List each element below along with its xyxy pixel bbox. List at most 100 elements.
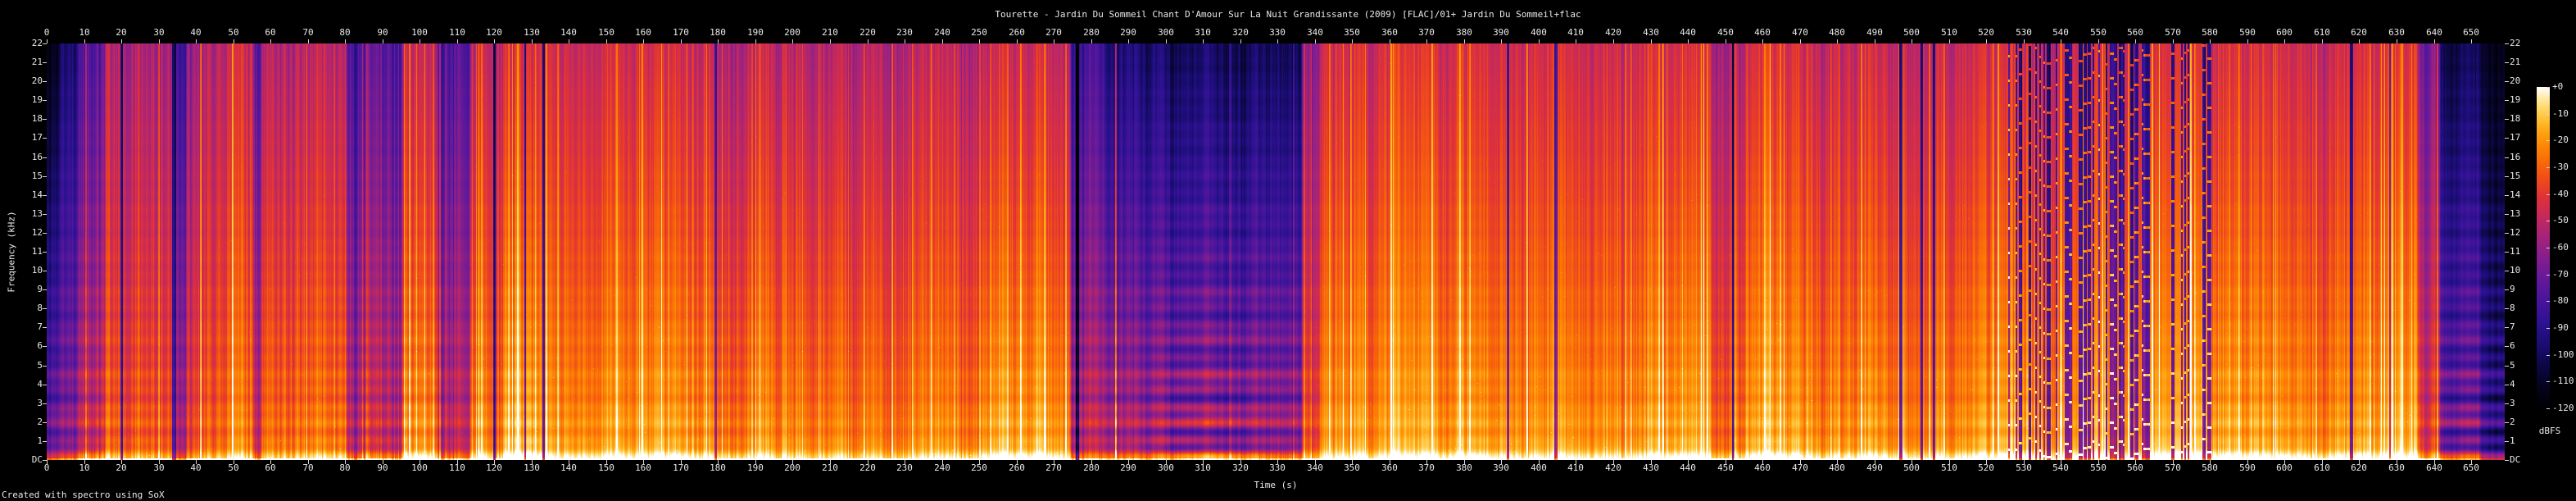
x-tick-label-bottom: 520 [1978, 463, 1994, 472]
x-tick-label-top: 190 [747, 28, 764, 37]
y-tick-mark-left [43, 422, 47, 423]
x-tick-label-top: 280 [1083, 28, 1100, 37]
y-tick-label-left: 1 [0, 436, 43, 445]
x-tick-label-bottom: 380 [1456, 463, 1472, 472]
x-tick-mark-top [1203, 39, 1204, 43]
x-tick-label-top: 110 [449, 28, 465, 37]
y-tick-mark-left [43, 157, 47, 158]
x-tick-label-bottom: 0 [44, 463, 50, 472]
colorbar-tick-label: -40 [2552, 189, 2569, 198]
y-tick-mark-left [43, 119, 47, 120]
x-tick-label-bottom: 610 [2314, 463, 2330, 472]
x-tick-label-bottom: 210 [822, 463, 838, 472]
x-tick-label-top: 440 [1680, 28, 1696, 37]
x-tick-label-bottom: 490 [1866, 463, 1883, 472]
x-tick-label-bottom: 130 [524, 463, 540, 472]
x-tick-mark-top [2284, 39, 2285, 43]
x-tick-label-top: 50 [228, 28, 238, 37]
x-tick-label-top: 40 [190, 28, 201, 37]
y-tick-mark-right [2505, 460, 2509, 461]
x-tick-label-bottom: 320 [1232, 463, 1249, 472]
x-tick-mark-top [979, 39, 980, 43]
x-tick-label-top: 120 [486, 28, 502, 37]
y-tick-mark-left [43, 346, 47, 347]
x-tick-mark-top [494, 39, 495, 43]
x-tick-mark-top [718, 39, 719, 43]
y-tick-mark-right [2505, 346, 2509, 347]
x-tick-label-bottom: 350 [1344, 463, 1360, 472]
x-tick-mark-top [1464, 39, 1465, 43]
y-tick-mark-left [43, 308, 47, 309]
colorbar-title: dBFS [2539, 426, 2561, 436]
y-tick-mark-left [43, 195, 47, 196]
colorbar-tick-label: -120 [2552, 403, 2574, 412]
x-tick-label-bottom: 630 [2388, 463, 2405, 472]
x-tick-label-top: 510 [1941, 28, 1957, 37]
x-tick-label-bottom: 360 [1381, 463, 1398, 472]
y-tick-label-right: 7 [2510, 322, 2515, 331]
x-tick-label-top: 520 [1978, 28, 1994, 37]
x-tick-label-bottom: 90 [377, 463, 388, 472]
colorbar-tick-label: -30 [2552, 162, 2569, 171]
y-tick-label-right: 2 [2510, 417, 2515, 426]
y-tick-mark-right [2505, 308, 2509, 309]
y-tick-label-right: 6 [2510, 341, 2515, 350]
y-tick-label-left: DC [0, 455, 43, 464]
x-tick-label-top: 330 [1269, 28, 1286, 37]
x-tick-mark-top [1613, 39, 1614, 43]
x-tick-label-top: 460 [1754, 28, 1771, 37]
x-tick-label-bottom: 430 [1643, 463, 1659, 472]
x-tick-mark-top [1762, 39, 1763, 43]
x-tick-mark-top [2434, 39, 2435, 43]
x-tick-mark-top [1017, 39, 1018, 43]
x-tick-label-top: 60 [265, 28, 275, 37]
y-tick-label-right: 8 [2510, 303, 2515, 312]
y-tick-mark-right [2505, 403, 2509, 404]
y-tick-label-left: 4 [0, 380, 43, 389]
y-tick-label-left: 17 [0, 133, 43, 142]
x-tick-label-top: 220 [859, 28, 876, 37]
y-tick-label-right: 22 [2510, 39, 2520, 48]
x-tick-label-bottom: 460 [1754, 463, 1771, 472]
x-tick-mark-top [2024, 39, 2025, 43]
y-tick-mark-right [2505, 176, 2509, 177]
x-tick-mark-top [2471, 39, 2472, 43]
y-tick-mark-right [2505, 81, 2509, 82]
y-tick-label-left: 18 [0, 114, 43, 123]
x-tick-mark-top [1128, 39, 1129, 43]
y-tick-mark-right [2505, 119, 2509, 120]
x-tick-label-top: 10 [79, 28, 89, 37]
y-tick-label-right: 4 [2510, 380, 2515, 389]
x-tick-mark-top [1986, 39, 1987, 43]
y-tick-mark-right [2505, 157, 2509, 158]
x-tick-mark-top [1315, 39, 1316, 43]
x-tick-mark-top [2210, 39, 2211, 43]
x-tick-label-top: 570 [2165, 28, 2181, 37]
y-tick-label-left: 22 [0, 39, 43, 48]
x-tick-label-top: 380 [1456, 28, 1472, 37]
y-tick-label-right: DC [2510, 455, 2520, 464]
x-tick-label-top: 310 [1195, 28, 1211, 37]
x-tick-label-top: 260 [1009, 28, 1025, 37]
x-tick-label-top: 530 [2016, 28, 2032, 37]
colorbar-tick-label: -110 [2552, 376, 2574, 385]
y-tick-label-right: 15 [2510, 171, 2520, 180]
y-tick-mark-left [43, 289, 47, 290]
y-tick-mark-left [43, 366, 47, 367]
x-tick-label-bottom: 260 [1009, 463, 1025, 472]
x-tick-label-bottom: 170 [673, 463, 689, 472]
x-tick-label-bottom: 370 [1418, 463, 1435, 472]
x-tick-label-top: 430 [1643, 28, 1659, 37]
y-tick-mark-right [2505, 195, 2509, 196]
x-tick-label-bottom: 500 [1903, 463, 1920, 472]
x-tick-label-bottom: 230 [896, 463, 913, 472]
y-tick-label-left: 3 [0, 399, 43, 408]
y-tick-label-left: 7 [0, 322, 43, 331]
x-tick-label-bottom: 600 [2276, 463, 2293, 472]
y-tick-mark-left [43, 233, 47, 234]
x-tick-label-bottom: 150 [598, 463, 615, 472]
x-tick-label-top: 20 [116, 28, 126, 37]
colorbar-tick-label: +0 [2552, 82, 2563, 91]
x-tick-mark-top [1501, 39, 1502, 43]
x-tick-label-bottom: 100 [411, 463, 428, 472]
